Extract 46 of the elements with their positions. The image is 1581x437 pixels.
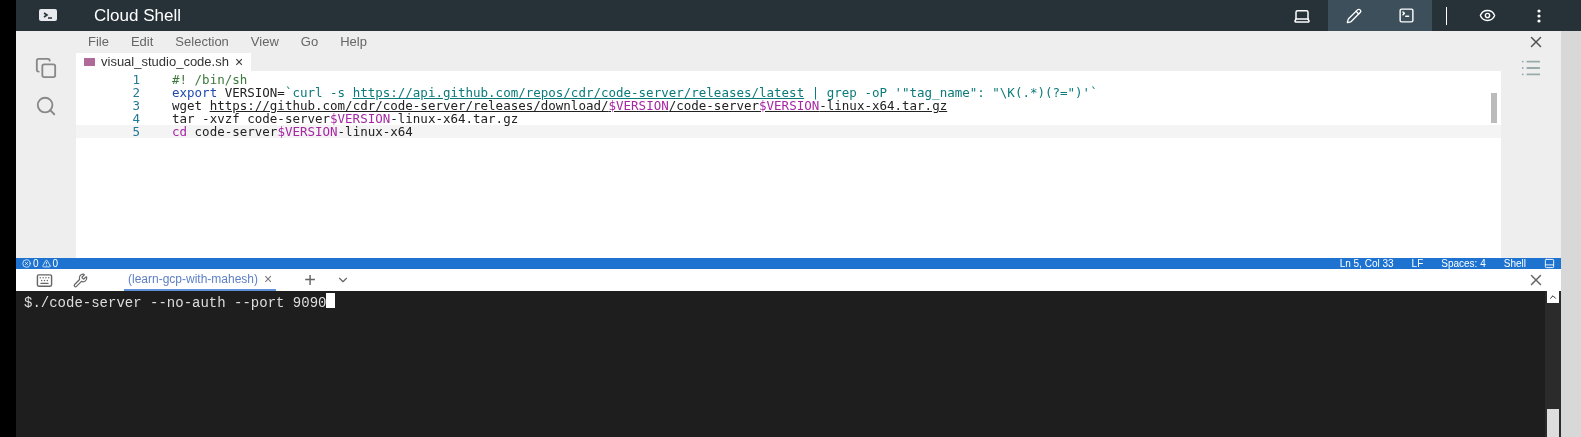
cloud-shell-logo-icon: [38, 7, 58, 24]
line-number: 1: [131, 73, 141, 86]
code-line: #! /bin/sh: [171, 73, 248, 86]
code-line: wget https://github.com/cdr/code-server/releases/download/$VERSION/code-server$VERSION-linux-x64.tar.gz: [171, 99, 948, 112]
wrench-icon[interactable]: [73, 272, 88, 288]
scrollbar-thumb[interactable]: [1491, 93, 1497, 123]
tab-close-button[interactable]: ×: [234, 51, 244, 73]
line-number: 2: [131, 86, 141, 99]
menu-item[interactable]: Selection: [175, 32, 229, 52]
eye-icon: [1478, 7, 1496, 24]
page-scrollbar[interactable]: [1561, 31, 1581, 437]
menu-item[interactable]: File: [88, 32, 109, 52]
menu-item[interactable]: View: [250, 32, 279, 52]
more-icon: [1537, 8, 1541, 23]
menu-item[interactable]: Help: [340, 32, 367, 52]
status-item[interactable]: Spaces: 4: [1441, 258, 1486, 269]
keyboard-icon[interactable]: [36, 271, 53, 289]
terminal-icon: [1397, 7, 1415, 24]
status-item[interactable]: LF: [1411, 258, 1424, 269]
line-number: 5: [131, 125, 141, 138]
pencil-icon: [1346, 7, 1362, 24]
scroll-up-icon[interactable]: [1548, 292, 1558, 302]
code-line: tar -xvzf code-server$VERSION-linux-x64.tar.gz: [171, 112, 519, 125]
panel-icon[interactable]: [1544, 258, 1555, 269]
toolbar-button[interactable]: [1328, 0, 1380, 31]
cursor: [326, 293, 336, 308]
tab-close-button[interactable]: ×: [264, 268, 273, 290]
code-line: export VERSION=`curl -s https://api.github.com/repos/cdr/code-server/releases/latest | grep -oP '"tag_name": "\K(.*)(?=")'`: [171, 86, 1098, 99]
toolbar-button[interactable]: [1380, 0, 1432, 31]
menu-item[interactable]: Go: [300, 32, 319, 52]
menu-item[interactable]: Edit: [130, 32, 154, 52]
terminal[interactable]: $./code-server --no-auth --port 9090: [16, 291, 1561, 437]
file-icon: [84, 58, 95, 66]
window-title: Cloud Shell: [94, 4, 181, 27]
editor-tab[interactable]: visual_studio_code.sh ×: [76, 53, 252, 71]
terminal-line: $./code-server --no-auth --port 9090: [24, 294, 327, 313]
files-icon[interactable]: [35, 57, 57, 79]
warning-count: 0: [52, 258, 59, 269]
error-count: 0: [33, 258, 39, 269]
status-item[interactable]: Ln 5, Col 33: [1339, 258, 1394, 269]
line-number: 4: [131, 112, 141, 125]
line-number: 3: [131, 99, 141, 112]
status-item[interactable]: Shell: [1503, 258, 1526, 269]
search-icon[interactable]: [35, 95, 57, 117]
code-line: cd code-server$VERSION-linux-x64: [171, 125, 413, 138]
scrollbar-thumb[interactable]: [1547, 409, 1559, 437]
